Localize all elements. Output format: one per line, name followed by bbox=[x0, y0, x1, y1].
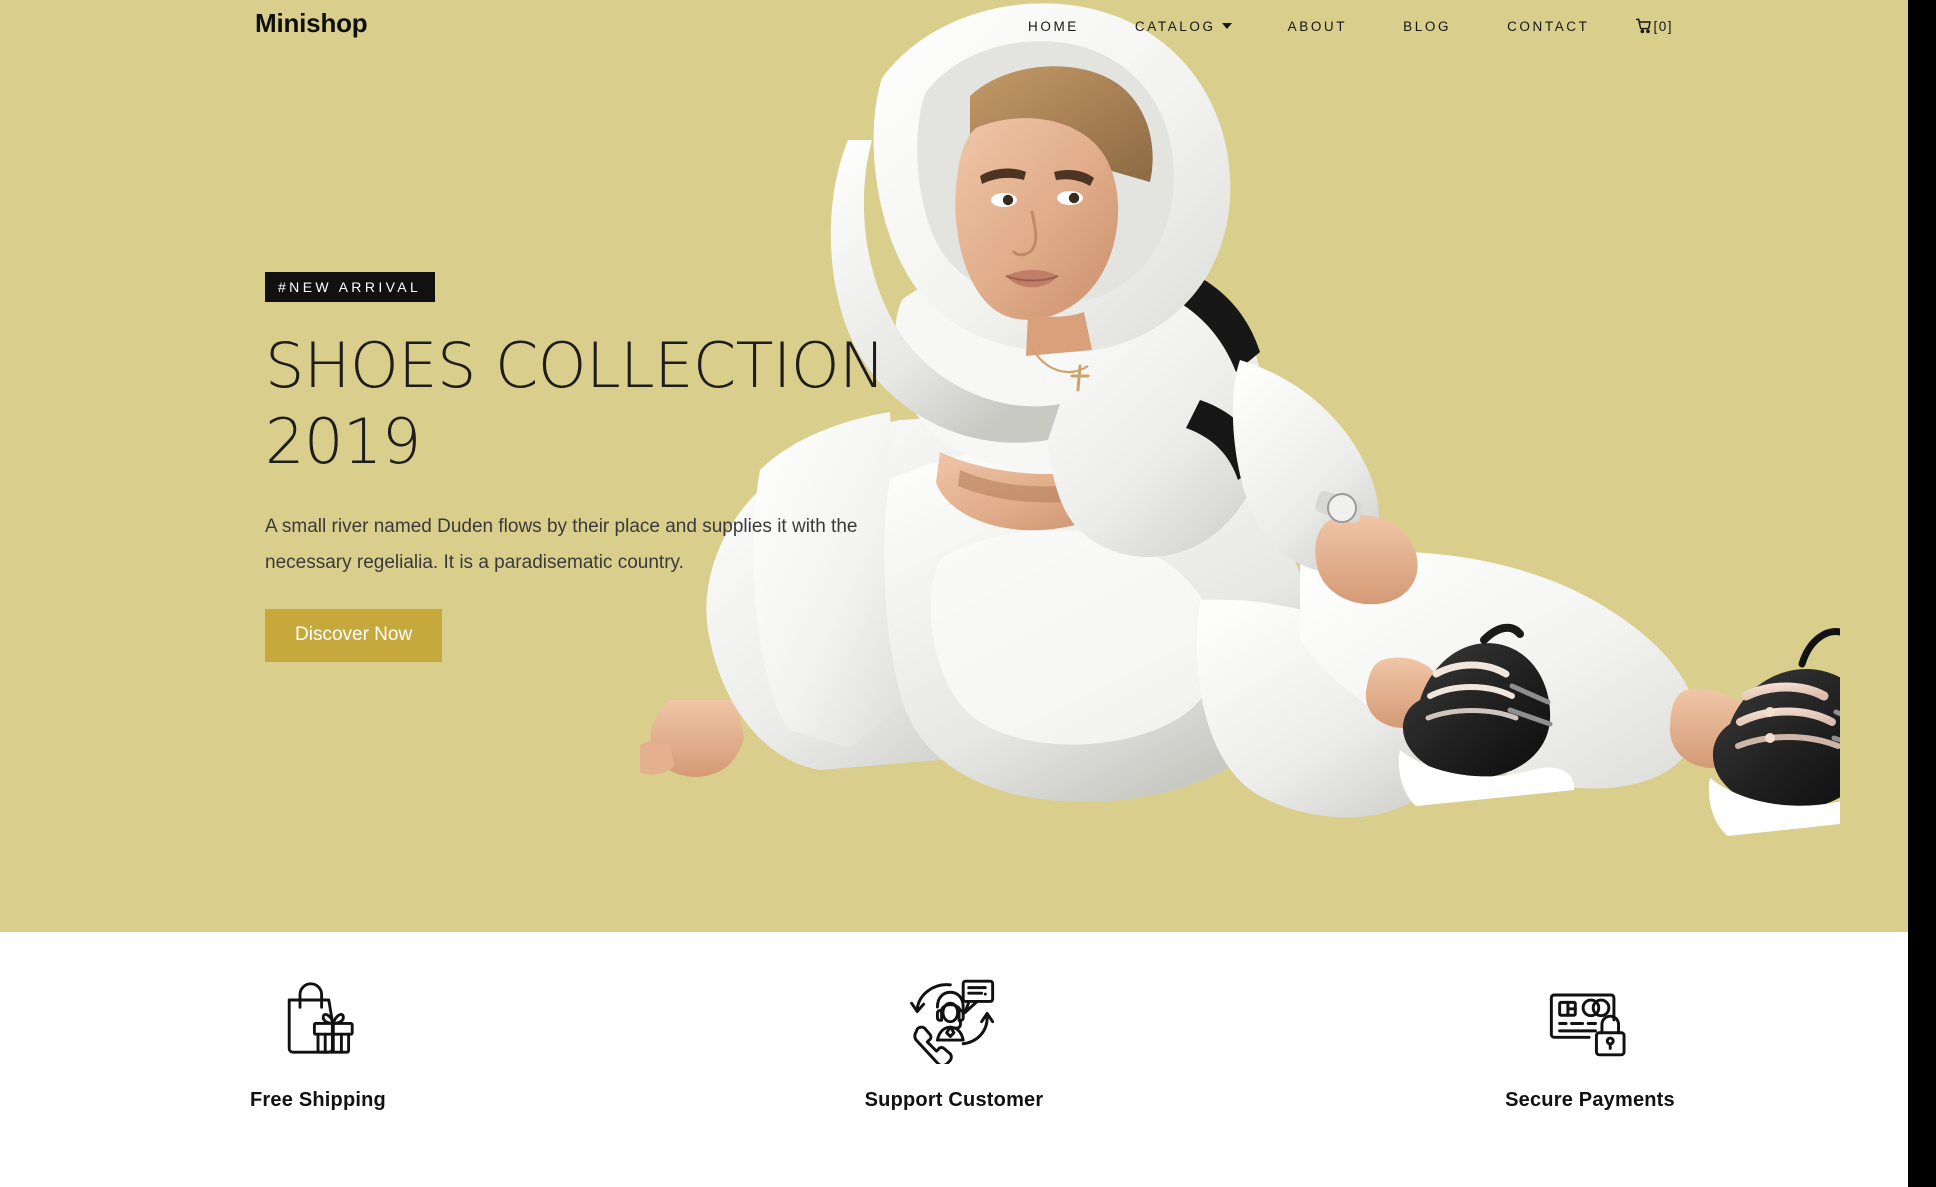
page-root: Minishop HOME CATALOG ABOUT BLOG CONTACT bbox=[0, 0, 1936, 1187]
feature-label-secure-payments: Secure Payments bbox=[1505, 1089, 1675, 1111]
nav-links: HOME CATALOG ABOUT BLOG CONTACT [0] bbox=[1000, 12, 1691, 40]
nav-item-home-label: HOME bbox=[1028, 18, 1079, 34]
hero-title: SHOES COLLECTION 2019 bbox=[265, 329, 886, 478]
nav-item-about[interactable]: ABOUT bbox=[1260, 13, 1376, 40]
shopping-bag-gift-icon bbox=[271, 970, 366, 1065]
shopping-cart-icon bbox=[1635, 18, 1652, 34]
hero-section: Minishop HOME CATALOG ABOUT BLOG CONTACT bbox=[0, 0, 1908, 932]
nav-item-catalog[interactable]: CATALOG bbox=[1107, 13, 1260, 40]
hero-content: #NEW ARRIVAL SHOES COLLECTION 2019 A sma… bbox=[265, 272, 925, 663]
feature-support-customer: Support Customer bbox=[636, 932, 1272, 1112]
feature-label-free-shipping: Free Shipping bbox=[250, 1089, 386, 1111]
nav-item-home[interactable]: HOME bbox=[1000, 13, 1107, 40]
cart-count-label: [0] bbox=[1653, 18, 1674, 34]
nav-item-blog[interactable]: BLOG bbox=[1375, 13, 1479, 40]
main-navigation: Minishop HOME CATALOG ABOUT BLOG CONTACT bbox=[0, 0, 1908, 52]
discover-now-button[interactable]: Discover Now bbox=[265, 609, 443, 663]
customer-support-headset-icon bbox=[907, 970, 1002, 1065]
hero-description: A small river named Duden flows by their… bbox=[265, 516, 858, 574]
feature-free-shipping: Free Shipping bbox=[0, 932, 636, 1112]
nav-item-contact[interactable]: CONTACT bbox=[1479, 13, 1617, 40]
feature-secure-payments: Secure Payments bbox=[1272, 932, 1908, 1112]
cart-button[interactable]: [0] bbox=[1618, 12, 1692, 40]
new-arrival-badge: #NEW ARRIVAL bbox=[265, 272, 436, 302]
nav-item-about-label: ABOUT bbox=[1287, 18, 1348, 34]
nav-item-contact-label: CONTACT bbox=[1507, 18, 1590, 34]
site-logo[interactable]: Minishop bbox=[255, 8, 368, 39]
credit-card-lock-icon bbox=[1543, 970, 1638, 1065]
right-edge-strip bbox=[1908, 0, 1936, 1187]
feature-label-support-customer: Support Customer bbox=[864, 1089, 1044, 1111]
nav-item-blog-label: BLOG bbox=[1403, 18, 1452, 34]
nav-item-catalog-label: CATALOG bbox=[1134, 18, 1216, 34]
chevron-down-icon bbox=[1221, 23, 1232, 29]
features-section: Free Shipping Support Customer Secure Pa… bbox=[0, 932, 1908, 1187]
